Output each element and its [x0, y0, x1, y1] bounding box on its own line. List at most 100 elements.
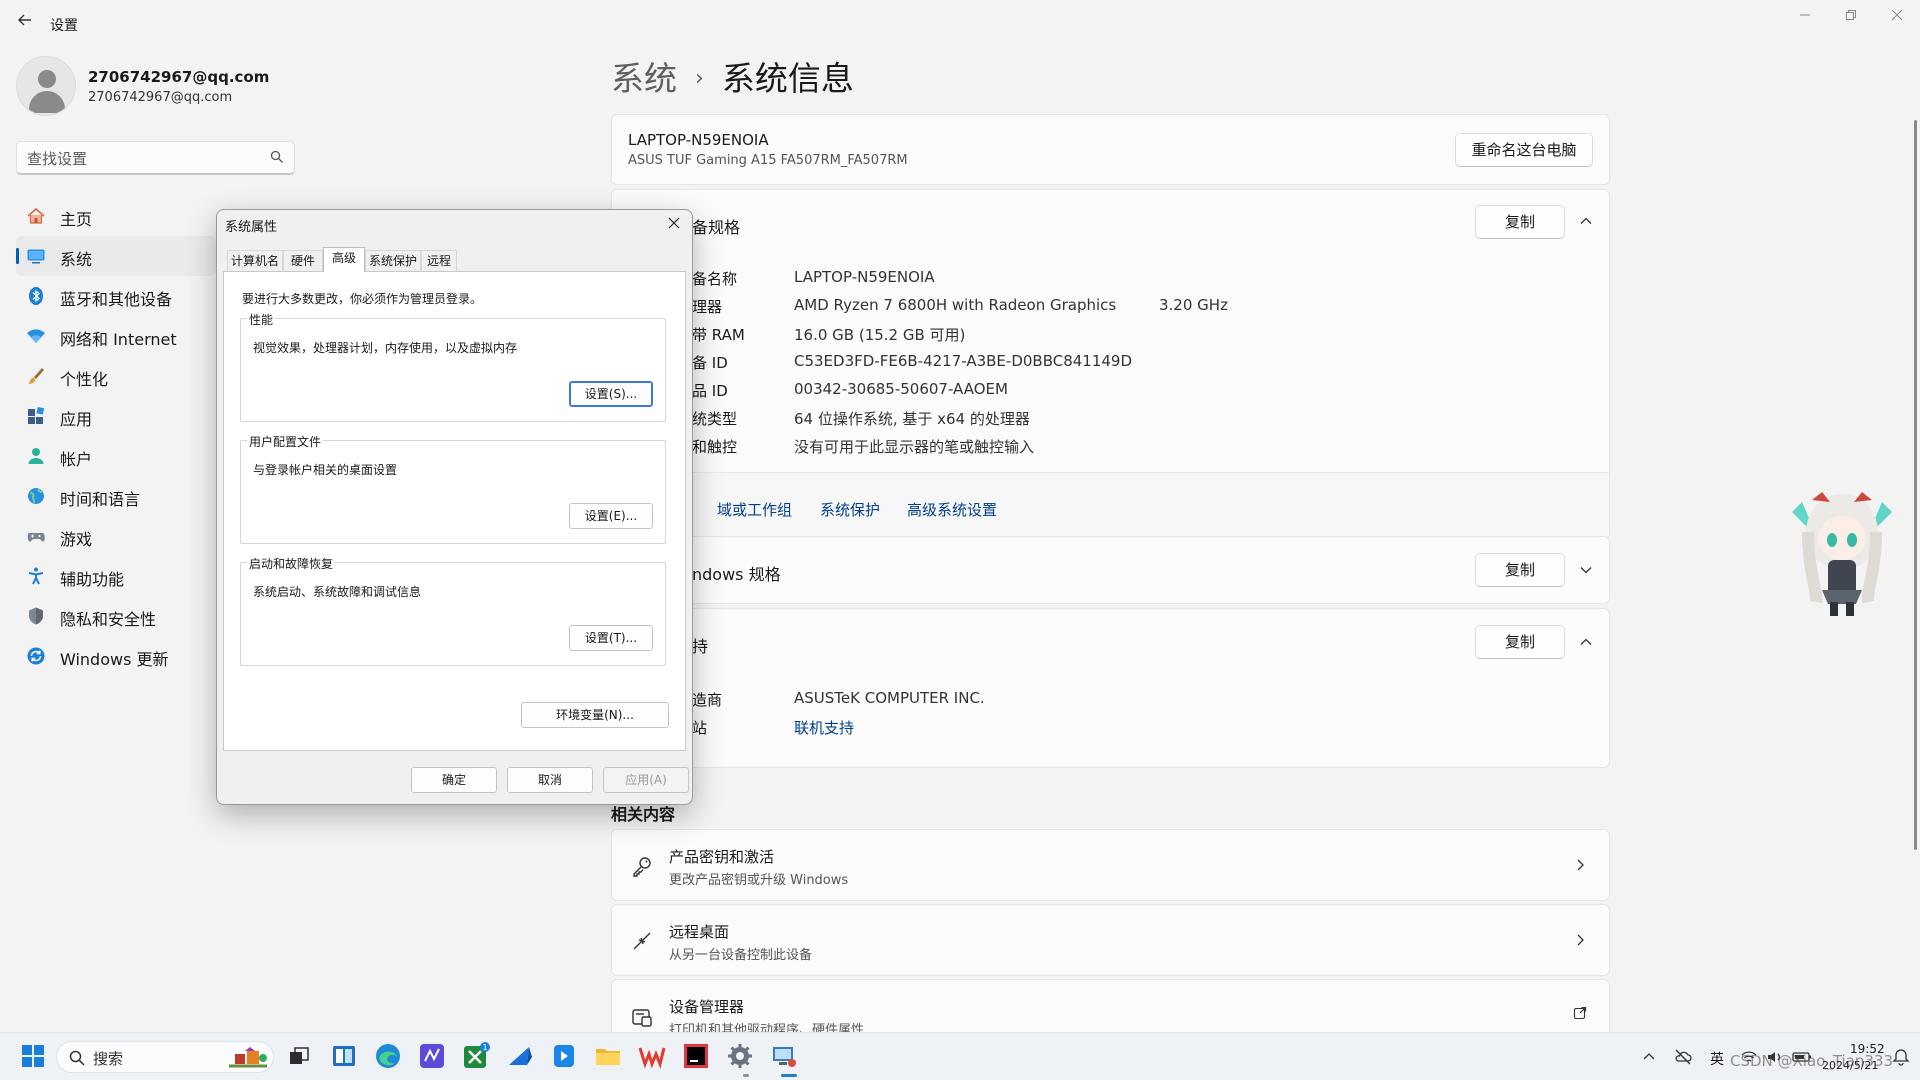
spec-label: 和触控 [692, 438, 738, 456]
notification-bell-icon[interactable] [1891, 1047, 1911, 1067]
wps-office-icon[interactable] [637, 1041, 667, 1071]
sidebar-item-label: 隐私和安全性 [60, 610, 157, 629]
sidebar-item-privacy[interactable]: 隐私和安全性 [16, 596, 216, 636]
related-item-product-key[interactable]: 产品密钥和激活 更改产品密钥或升级 Windows [611, 829, 1610, 901]
windows-start-icon[interactable] [18, 1041, 48, 1071]
window-title: 设置 [50, 18, 78, 34]
user-profile[interactable]: 2706742967@qq.com 2706742967@qq.com [16, 56, 576, 120]
wifi-icon [27, 329, 45, 343]
sidebar-item-windows-update[interactable]: Windows 更新 [16, 636, 216, 676]
spec-label: 理器 [692, 298, 723, 316]
accessibility-icon [28, 567, 44, 585]
minimize-button[interactable] [1782, 4, 1828, 32]
tab-system-protection[interactable]: 系统保护 [365, 250, 421, 272]
xbox-icon[interactable]: 1 [461, 1041, 491, 1071]
advanced-system-settings-link[interactable]: 高级系统设置 [907, 499, 997, 520]
startup-recovery-settings-button[interactable]: 设置(T)... [569, 625, 653, 651]
sidebar-item-home[interactable]: 主页 [16, 196, 216, 236]
chevron-right-icon [1577, 934, 1584, 946]
page-title: 系统信息 [721, 59, 854, 98]
edge-browser-icon[interactable] [373, 1041, 403, 1071]
sidebar-item-time-language[interactable]: 时间和语言 [16, 476, 216, 516]
visual-studio-icon[interactable] [417, 1041, 447, 1071]
ime-indicator[interactable]: 英 [1710, 1049, 1724, 1069]
watermark-text: CSDN @Xiao_Tian333 [1730, 1052, 1894, 1070]
breadcrumb: 系统 › 系统信息 [611, 52, 854, 100]
sidebar-item-label: 应用 [60, 410, 93, 429]
system-properties-app-icon[interactable] [769, 1041, 799, 1071]
cancel-button[interactable]: 取消 [507, 767, 593, 793]
section-title: 持 [692, 637, 709, 656]
cloud-offline-icon[interactable] [1674, 1048, 1692, 1066]
chevron-down-icon[interactable] [1579, 563, 1593, 577]
spec-value: LAPTOP-N59ENOIA [794, 268, 935, 286]
dialog-title: 系统属性 [225, 220, 278, 235]
system-protection-link[interactable]: 系统保护 [820, 499, 880, 520]
spec-label: 带 RAM [692, 326, 745, 344]
taskbar-search-label: 搜索 [93, 1050, 124, 1068]
close-button[interactable] [1874, 4, 1920, 32]
spec-value: C53ED3FD-FE6B-4217-A3BE-D0BBC841149D [794, 352, 1133, 370]
dialog-close-button[interactable] [662, 213, 686, 235]
related-item-device-manager[interactable]: 设备管理器 打印机和其他驱动程序、硬件属性 [611, 979, 1610, 1038]
sail-app-icon[interactable] [505, 1041, 535, 1071]
widgets-icon[interactable] [329, 1041, 359, 1071]
performance-settings-button[interactable]: 设置(S)... [569, 381, 653, 407]
search-icon[interactable] [270, 150, 284, 164]
media-player-icon[interactable] [549, 1041, 579, 1071]
vertical-scrollbar[interactable] [1914, 120, 1917, 850]
sidebar-item-personalization[interactable]: 个性化 [16, 356, 216, 396]
settings-search[interactable] [16, 141, 295, 175]
copy-button[interactable]: 复制 [1475, 553, 1565, 587]
sidebar-item-system[interactable]: 系统 [16, 236, 216, 276]
rename-pc-button[interactable]: 重命名这台电脑 [1455, 133, 1593, 167]
apps-icon [28, 406, 45, 424]
spec-label: 备名称 [692, 270, 738, 288]
tab-advanced[interactable]: 高级 [323, 247, 365, 272]
avatar [16, 56, 76, 116]
domain-workgroup-link[interactable]: 域或工作组 [717, 499, 792, 520]
user-profiles-settings-button[interactable]: 设置(E)... [569, 503, 653, 529]
sidebar-item-accounts[interactable]: 帐户 [16, 436, 216, 476]
restore-button[interactable] [1828, 4, 1874, 32]
spec-value: AMD Ryzen 7 6800H with Radeon Graphics [794, 296, 1117, 314]
related-item-title: 设备管理器 [669, 998, 745, 1016]
chevron-up-icon[interactable] [1579, 635, 1593, 649]
file-explorer-icon[interactable] [593, 1041, 623, 1071]
jetbrains-icon[interactable] [681, 1041, 711, 1071]
tray-chevron-up-icon[interactable] [1643, 1051, 1655, 1063]
sidebar-item-accessibility[interactable]: 辅助功能 [16, 556, 216, 596]
settings-gear-icon[interactable] [725, 1041, 755, 1071]
back-arrow-icon[interactable] [14, 12, 36, 34]
sidebar-item-network[interactable]: 网络和 Internet [16, 316, 216, 356]
online-support-link[interactable]: 联机支持 [794, 717, 854, 738]
sidebar-item-bluetooth[interactable]: 蓝牙和其他设备 [16, 276, 216, 316]
sidebar-nav: 主页 系统 蓝牙和其他设备 网络和 Internet 个性化 应用 帐户 时间和… [16, 196, 216, 676]
copy-button[interactable]: 复制 [1475, 625, 1565, 659]
tab-hardware[interactable]: 硬件 [283, 250, 323, 272]
spec-label: 品 ID [692, 382, 728, 400]
sidebar-item-label: 个性化 [60, 370, 109, 389]
tab-computer-name[interactable]: 计算机名 [227, 250, 283, 272]
group-title: 性能 [247, 311, 276, 328]
copy-button[interactable]: 复制 [1475, 205, 1565, 239]
task-view-icon[interactable] [284, 1041, 314, 1071]
group-description: 视觉效果，处理器计划，内存使用，以及虚拟内存 [253, 341, 518, 355]
taskbar-search[interactable]: 搜索 [56, 1041, 274, 1073]
chevron-up-icon[interactable] [1579, 214, 1593, 228]
sidebar-item-apps[interactable]: 应用 [16, 396, 216, 436]
sidebar-item-label: 辅助功能 [60, 570, 125, 589]
device-specifications-card: 备规格 复制 备名称 LAPTOP-N59ENOIA 理器 AMD Ryzen … [611, 189, 1610, 539]
sidebar-item-label: 帐户 [60, 450, 93, 469]
apply-button[interactable]: 应用(A) [603, 767, 689, 793]
update-icon [27, 647, 45, 665]
windows-specifications-card[interactable]: ndows 规格 复制 [611, 536, 1610, 604]
spec-value: 16.0 GB (15.2 GB 可用) [794, 326, 966, 344]
tab-remote[interactable]: 远程 [421, 250, 457, 272]
ok-button[interactable]: 确定 [411, 767, 497, 793]
sidebar-item-gaming[interactable]: 游戏 [16, 516, 216, 556]
breadcrumb-parent[interactable]: 系统 [611, 59, 677, 98]
environment-variables-button[interactable]: 环境变量(N)... [521, 702, 669, 728]
related-item-remote-desktop[interactable]: 远程桌面 从另一台设备控制此设备 [611, 904, 1610, 976]
search-input[interactable] [27, 148, 257, 170]
